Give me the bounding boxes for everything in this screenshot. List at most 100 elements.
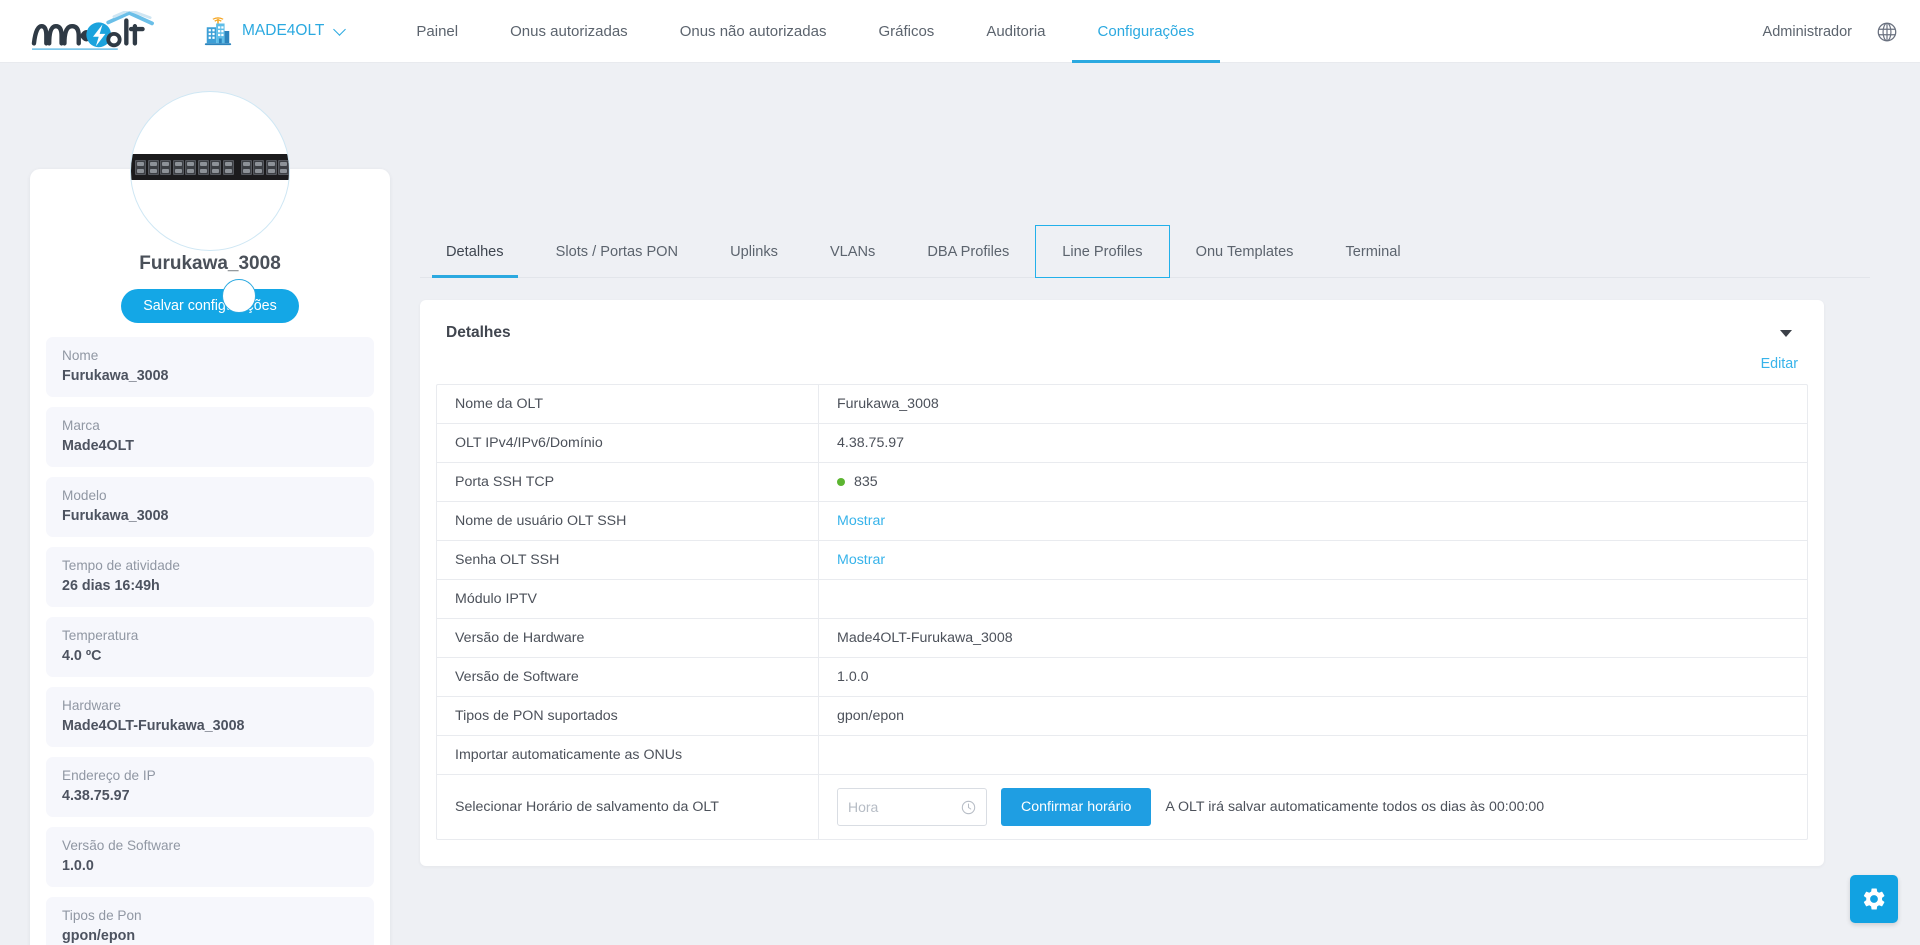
device-avatar <box>130 91 290 251</box>
confirm-schedule-button[interactable]: Confirmar horário <box>1001 788 1151 826</box>
info-value: 26 dias 16:49h <box>62 578 358 594</box>
info-item-tipos-de-pon: Tipos de Pon gpon/epon <box>46 897 374 945</box>
tab-dba-profiles[interactable]: DBA Profiles <box>901 226 1035 277</box>
info-value: Made4OLT <box>62 438 358 454</box>
tab-label: DBA Profiles <box>927 244 1009 260</box>
port <box>241 160 252 175</box>
info-value: gpon/epon <box>62 928 358 944</box>
tab-label: Slots / Portas PON <box>556 244 678 260</box>
info-label: Endereço de IP <box>62 768 358 783</box>
row-label: Versão de Hardware <box>437 619 819 657</box>
panel-title: Detalhes <box>446 324 511 342</box>
save-button-wrap: Salvar configurações <box>46 289 374 323</box>
tab-vlans[interactable]: VLANs <box>804 226 901 277</box>
status-dot-icon <box>837 478 845 486</box>
table-row: OLT IPv4/IPv6/Domínio 4.38.75.97 <box>437 424 1807 463</box>
chevron-down-icon[interactable] <box>1780 330 1792 337</box>
tab-label: Onu Templates <box>1196 244 1294 260</box>
tab-label: Uplinks <box>730 244 778 260</box>
port-group <box>241 160 290 175</box>
info-item-versao-de-software: Versão de Software 1.0.0 <box>46 827 374 887</box>
nav-item-painel[interactable]: Painel <box>390 0 484 63</box>
save-settings-button[interactable]: Salvar configurações <box>121 289 299 323</box>
device-card: Furukawa_3008 Salvar configurações Nome … <box>30 169 390 945</box>
tab-terminal[interactable]: Terminal <box>1319 226 1426 277</box>
show-username-link[interactable]: Mostrar <box>837 513 885 529</box>
info-value: 4.0 ºC <box>62 648 358 664</box>
tab-line-profiles[interactable]: Line Profiles <box>1035 225 1169 278</box>
table-row-schedule: Selecionar Horário de salvamento da OLT … <box>437 775 1807 839</box>
olt-selector-label: MADE4OLT <box>242 22 324 40</box>
show-password-link[interactable]: Mostrar <box>837 552 885 568</box>
row-value-group: Mostrar <box>819 502 1807 540</box>
tab-uplinks[interactable]: Uplinks <box>704 226 804 277</box>
info-label: Tipos de Pon <box>62 908 358 923</box>
port <box>160 160 171 175</box>
time-input-wrap[interactable] <box>837 788 987 826</box>
globe-icon[interactable] <box>1876 21 1898 43</box>
nav-item-onus-autorizadas[interactable]: Onus autorizadas <box>484 0 654 63</box>
top-bar: MADE4OLT Painel Onus autorizadas Onus nã… <box>0 0 1920 63</box>
nav-item-graficos[interactable]: Gráficos <box>852 0 960 63</box>
tab-label: Line Profiles <box>1062 244 1142 260</box>
tab-label: Detalhes <box>446 244 504 260</box>
settings-tabs: Detalhes Slots / Portas PON Uplinks VLAN… <box>420 226 1870 278</box>
info-label: Modelo <box>62 488 358 503</box>
tab-slots-portas-pon[interactable]: Slots / Portas PON <box>530 226 704 277</box>
info-label: Hardware <box>62 698 358 713</box>
info-item-endereco-de-ip: Endereço de IP 4.38.75.97 <box>46 757 374 817</box>
row-label: Senha OLT SSH <box>437 541 819 579</box>
port <box>223 160 234 175</box>
clock-icon <box>961 800 976 815</box>
tab-onu-templates[interactable]: Onu Templates <box>1170 226 1320 277</box>
nav-item-configuracoes[interactable]: Configurações <box>1072 0 1221 63</box>
main-nav: Painel Onus autorizadas Onus não autoriz… <box>390 0 1220 63</box>
row-value-group: 835 <box>819 463 1807 501</box>
row-label: Tipos de PON suportados <box>437 697 819 735</box>
port <box>198 160 209 175</box>
schedule-controls: Confirmar horário A OLT irá salvar autom… <box>819 775 1807 839</box>
page-body: Furukawa_3008 Salvar configurações Nome … <box>0 63 1920 945</box>
nav-label: Gráficos <box>878 23 934 40</box>
details-panel: Detalhes Editar Nome da OLT Furukawa_300… <box>420 300 1824 866</box>
table-row: Versão de Hardware Made4OLT-Furukawa_300… <box>437 619 1807 658</box>
info-value: Furukawa_3008 <box>62 508 358 524</box>
tab-detalhes[interactable]: Detalhes <box>420 226 530 277</box>
device-name: Furukawa_3008 <box>46 253 374 275</box>
row-label: Versão de Software <box>437 658 819 696</box>
main-content: Detalhes Slots / Portas PON Uplinks VLAN… <box>390 63 1920 945</box>
row-value: 4.38.75.97 <box>819 424 1807 462</box>
port <box>253 160 264 175</box>
table-row: Nome de usuário OLT SSH Mostrar <box>437 502 1807 541</box>
nav-item-auditoria[interactable]: Auditoria <box>960 0 1071 63</box>
row-value: 1.0.0 <box>819 658 1807 696</box>
info-item-nome: Nome Furukawa_3008 <box>46 337 374 397</box>
sidebar: Furukawa_3008 Salvar configurações Nome … <box>0 63 390 945</box>
olt-selector[interactable]: MADE4OLT <box>195 12 352 50</box>
table-row: Versão de Software 1.0.0 <box>437 658 1807 697</box>
tab-label: VLANs <box>830 244 875 260</box>
info-value: Furukawa_3008 <box>62 368 358 384</box>
info-value: Made4OLT-Furukawa_3008 <box>62 718 358 734</box>
table-row: Senha OLT SSH Mostrar <box>437 541 1807 580</box>
port <box>278 160 289 175</box>
table-row: Porta SSH TCP 835 <box>437 463 1807 502</box>
row-value: Made4OLT-Furukawa_3008 <box>819 619 1807 657</box>
row-value: Furukawa_3008 <box>819 385 1807 423</box>
table-row: Tipos de PON suportados gpon/epon <box>437 697 1807 736</box>
olt-device-image <box>131 154 289 180</box>
edit-link[interactable]: Editar <box>1761 356 1798 372</box>
port <box>185 160 196 175</box>
save-time-input[interactable] <box>848 799 948 815</box>
info-label: Versão de Software <box>62 838 358 853</box>
nav-item-onus-nao-autorizadas[interactable]: Onus não autorizadas <box>654 0 853 63</box>
brand-logo[interactable] <box>0 0 185 63</box>
info-label: Nome <box>62 348 358 363</box>
panel-header: Detalhes <box>420 300 1824 350</box>
settings-fab-button[interactable] <box>1850 875 1898 923</box>
info-label: Tempo de atividade <box>62 558 358 573</box>
nav-label: Configurações <box>1098 23 1195 40</box>
row-value-group: Mostrar <box>819 541 1807 579</box>
port-group <box>135 160 234 175</box>
info-item-hardware: Hardware Made4OLT-Furukawa_3008 <box>46 687 374 747</box>
